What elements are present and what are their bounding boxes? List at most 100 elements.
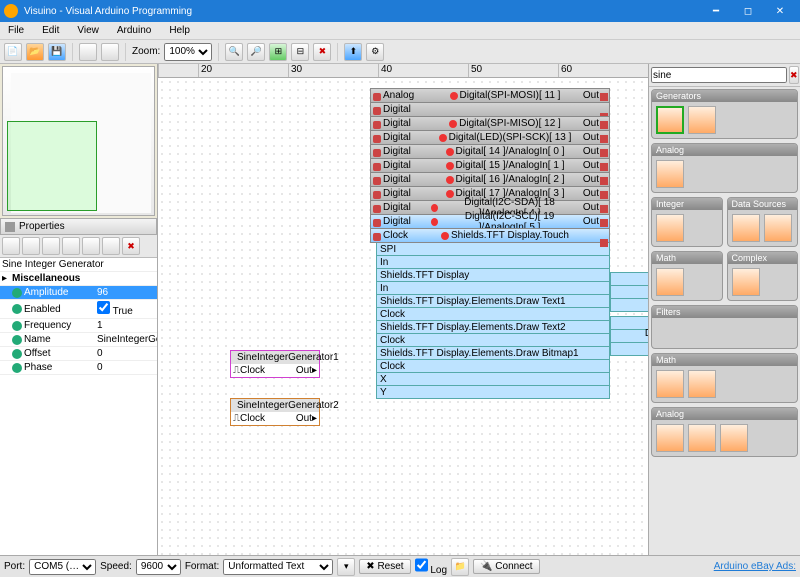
prop-row-offset[interactable]: Offset0 [0,347,157,361]
shield-row[interactable]: X [376,372,610,386]
touch-pin[interactable]: X [610,272,648,286]
component-thumb[interactable] [764,214,792,242]
close-button[interactable]: ✕ [764,0,796,22]
shield-row[interactable]: Clock [376,359,610,373]
menu-help[interactable]: Help [165,23,194,38]
component-thumb[interactable] [688,370,716,398]
group-title: Data Sources [728,198,798,210]
shield-row[interactable]: Shields.TFT Display [376,268,610,282]
board-pin-row[interactable]: AnalogDigital(SPI-MOSI)[ 11 ]Out [370,88,610,103]
prop-row-amplitude[interactable]: Amplitude96 [0,286,157,300]
new-button[interactable]: 📄 [4,43,22,61]
sd-pin[interactable]: Shields.TFT Display.MicroSD [610,316,648,330]
toolbar-btn-a[interactable] [79,43,97,61]
prop-btn-3[interactable] [42,237,60,255]
shield-row[interactable]: Shields.TFT Display.Elements.Draw Bitmap… [376,346,610,360]
component-thumb[interactable] [656,214,684,242]
zoom-out-icon[interactable]: 🔎 [247,43,265,61]
shield-row[interactable]: Y [376,385,610,399]
component-thumb[interactable] [688,106,716,134]
canvas-area[interactable]: 20 30 40 50 60 SineIntegerGenerator1 ⎍Cl… [158,64,648,555]
arduino-board-node[interactable]: AnalogDigital(SPI-MOSI)[ 11 ]OutDigitalD… [370,88,610,398]
shield-row[interactable]: Clock [376,333,610,347]
maximize-button[interactable]: ◻ [732,0,764,22]
upload-button[interactable]: ⬆ [344,43,362,61]
sd-pin[interactable]: Failed [610,329,648,343]
overview-panel[interactable] [2,66,155,216]
touch-pin[interactable]: Y [610,285,648,299]
palette-search-input[interactable] [651,67,787,83]
prop-row-phase[interactable]: Phase0 [0,361,157,375]
design-canvas[interactable]: SineIntegerGenerator1 ⎍ClockOut▸ SineInt… [158,78,648,555]
menu-edit[interactable]: Edit [38,23,63,38]
board-pin-row[interactable]: ClockShields.TFT Display.Touch [370,228,610,243]
prop-row-enabled[interactable]: Enabled True [0,300,157,319]
sd-pin[interactable]: Success [610,342,648,356]
speed-select[interactable]: 9600 [136,559,181,575]
reset-button[interactable]: ✖ Reset [359,559,410,574]
statusbar: Port: COM5 (… Speed: 9600 Format: Unform… [0,555,800,577]
format-select[interactable]: Unformatted Text [223,559,333,575]
touch-pin[interactable]: Pressure [610,298,648,312]
board-pin-row[interactable]: Digital [370,102,610,117]
node-sine-generator-2[interactable]: SineIntegerGenerator2 ⎍ClockOut▸ [230,398,320,426]
connect-button[interactable]: 🔌 Connect [473,559,539,574]
component-thumb[interactable] [688,424,716,452]
compile-button[interactable]: ⚙ [366,43,384,61]
prop-btn-6[interactable] [102,237,120,255]
component-thumb[interactable] [732,268,760,296]
ad-link[interactable]: Arduino eBay Ads: [714,561,796,572]
palette-group-generators: Generators [651,89,798,139]
group-row[interactable]: ▸Miscellaneous [0,272,157,286]
zoom-fit-icon[interactable]: ⊞ [269,43,287,61]
log-folder-icon[interactable]: 📁 [451,558,469,576]
component-thumb[interactable] [656,424,684,452]
log-checkbox[interactable]: Log [415,557,447,576]
board-pin-row[interactable]: DigitalDigital[ 16 ]/AnalogIn[ 2 ]Out [370,172,610,187]
minimize-button[interactable]: ━ [700,0,732,22]
properties-toolbar: ✖ [0,235,157,258]
board-pin-row[interactable]: DigitalDigital[ 14 ]/AnalogIn[ 0 ]Out [370,144,610,159]
component-thumb[interactable] [656,268,684,296]
menu-arduino[interactable]: Arduino [113,23,155,38]
palette-group-math: Math [651,251,723,301]
board-pin-row[interactable]: DigitalDigital(LED)(SPI-SCK)[ 13 ]Out [370,130,610,145]
component-thumb[interactable] [656,370,684,398]
left-panel: Properties ✖ Sine Integer Generator ▸Mis… [0,64,158,555]
shield-row[interactable]: In [376,255,610,269]
board-pin-row[interactable]: DigitalDigital(I2C-SCL)[ 19 ]/AnalogIn[ … [370,214,610,229]
shield-row[interactable]: Clock [376,307,610,321]
shield-row[interactable]: SPI [376,242,610,256]
prop-btn-4[interactable] [62,237,80,255]
toolbar-btn-b[interactable] [101,43,119,61]
delete-button[interactable]: ✖ [313,43,331,61]
prop-delete[interactable]: ✖ [122,237,140,255]
prop-btn-5[interactable] [82,237,100,255]
format-btn[interactable]: ▾ [337,558,355,576]
clear-search-icon[interactable]: ✖ [789,66,799,84]
open-button[interactable]: 📂 [26,43,44,61]
menu-view[interactable]: View [73,23,103,38]
menu-file[interactable]: File [4,23,28,38]
shield-row[interactable]: In [376,281,610,295]
shield-row[interactable]: Shields.TFT Display.Elements.Draw Text1 [376,294,610,308]
component-thumb[interactable] [732,214,760,242]
prop-btn-2[interactable] [22,237,40,255]
separator [125,43,126,61]
component-thumb[interactable] [656,160,684,188]
zoom-select[interactable]: 100% [164,43,212,61]
node-sine-generator-1[interactable]: SineIntegerGenerator1 ⎍ClockOut▸ [230,350,320,378]
component-thumb[interactable] [656,106,684,134]
board-pin-row[interactable]: DigitalDigital[ 15 ]/AnalogIn[ 1 ]Out [370,158,610,173]
titlebar: Visuino - Visual Arduino Programming ━ ◻… [0,0,800,22]
shield-row[interactable]: Shields.TFT Display.Elements.Draw Text2 [376,320,610,334]
prop-row-frequency[interactable]: Frequency1 [0,319,157,333]
component-thumb[interactable] [720,424,748,452]
save-button[interactable]: 💾 [48,43,66,61]
zoom-in-icon[interactable]: 🔍 [225,43,243,61]
prop-row-name[interactable]: NameSineIntegerGenerator1 [0,333,157,347]
prop-btn-1[interactable] [2,237,20,255]
port-select[interactable]: COM5 (… [29,559,96,575]
zoom-region-icon[interactable]: ⊟ [291,43,309,61]
board-pin-row[interactable]: DigitalDigital(SPI-MISO)[ 12 ]Out [370,116,610,131]
